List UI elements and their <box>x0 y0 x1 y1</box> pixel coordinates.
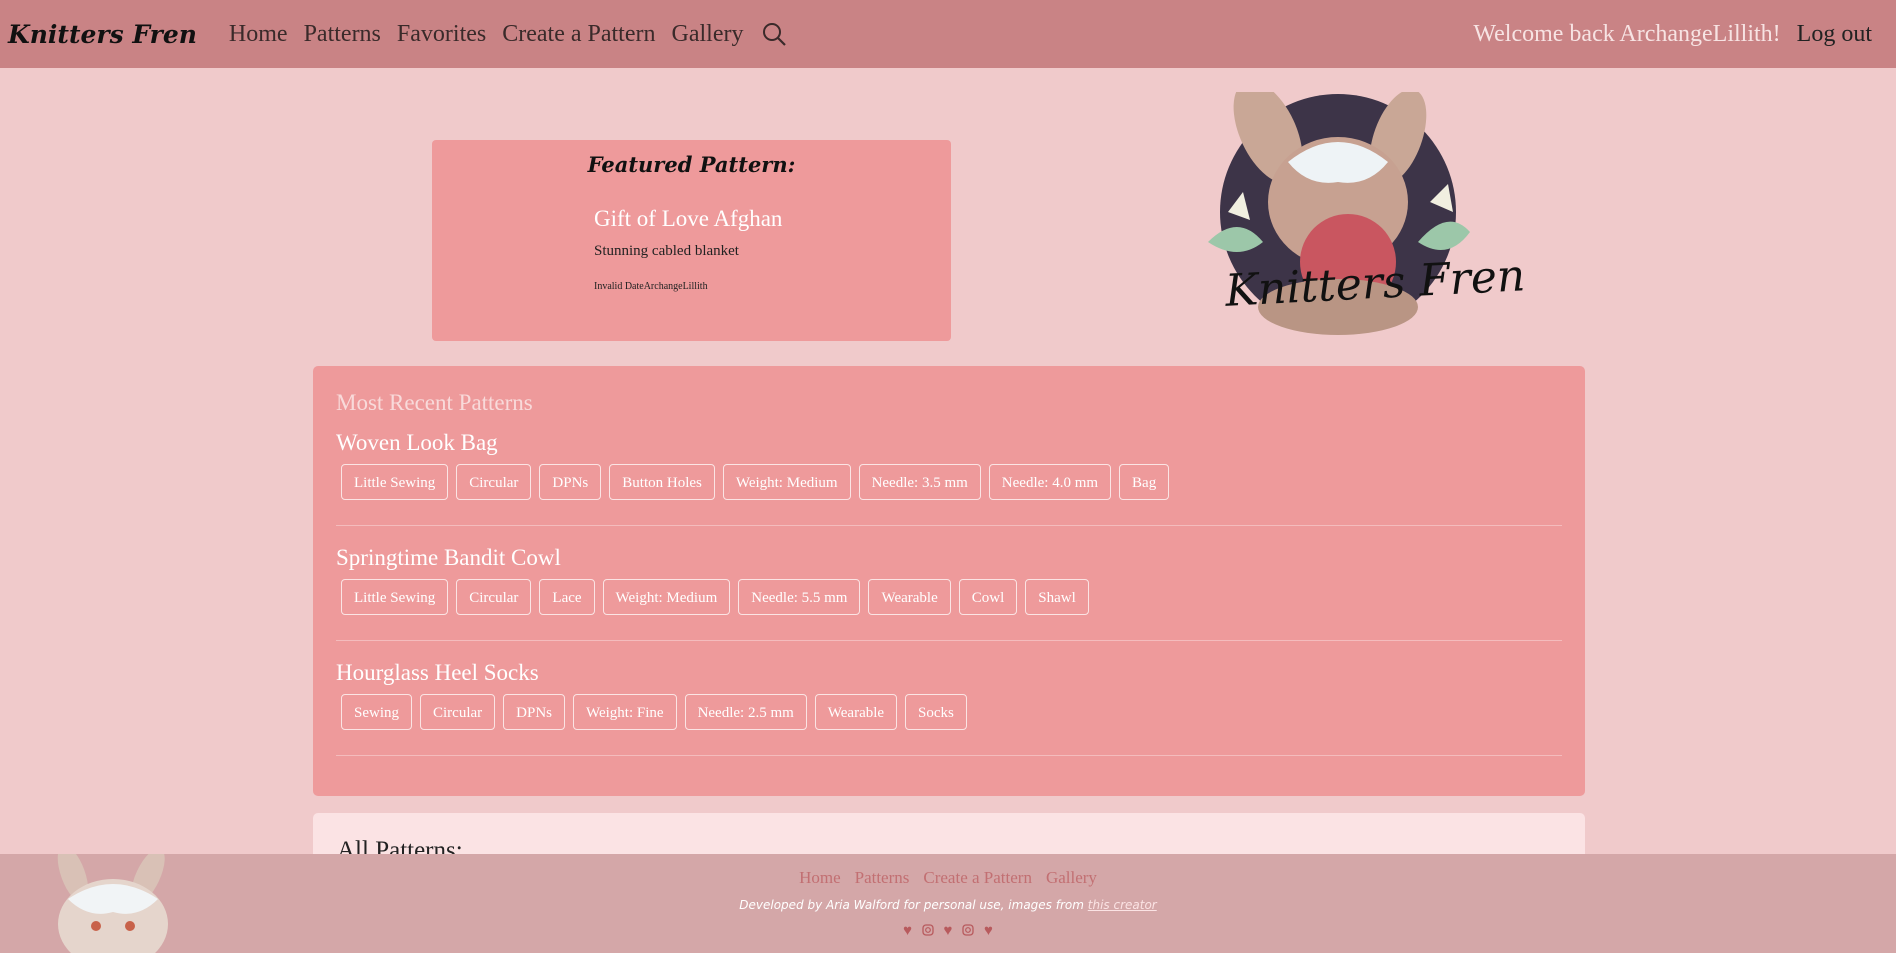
pattern-item: Springtime Bandit Cowl Little Sewing Cir… <box>336 545 1562 615</box>
featured-pattern-title[interactable]: Gift of Love Afghan <box>594 206 782 232</box>
footer-link-create-pattern[interactable]: Create a Pattern <box>923 868 1032 887</box>
tag-button[interactable]: Needle: 5.5 mm <box>738 579 861 615</box>
tag-button[interactable]: Weight: Medium <box>722 464 851 500</box>
creator-link[interactable]: this creator <box>1088 898 1157 912</box>
heart-icon[interactable]: ♥ <box>903 923 912 939</box>
footer-social-icons: ♥ ♥ ♥ <box>0 923 1896 940</box>
tag-button[interactable]: Button Holes <box>609 464 715 500</box>
tag-button[interactable]: Shawl <box>1025 579 1089 615</box>
featured-heading: Featured Pattern: <box>587 152 796 177</box>
footer-link-gallery[interactable]: Gallery <box>1046 868 1097 887</box>
tag-button[interactable]: Wearable <box>868 579 951 615</box>
recent-patterns-panel: Most Recent Patterns Woven Look Bag Litt… <box>313 366 1585 796</box>
footer-link-home[interactable]: Home <box>799 868 841 887</box>
divider <box>336 755 1562 756</box>
tag-button[interactable]: DPNs <box>503 694 566 730</box>
tag-button[interactable]: Socks <box>905 694 967 730</box>
pattern-tags: Sewing Circular DPNs Weight: Fine Needle… <box>341 694 1562 730</box>
footer: Home Patterns Create a Pattern Gallery D… <box>0 854 1896 953</box>
nav-gallery[interactable]: Gallery <box>672 21 744 48</box>
heart-icon[interactable]: ♥ <box>984 923 993 939</box>
pattern-item: Hourglass Heel Socks Sewing Circular DPN… <box>336 660 1562 730</box>
nav-create-pattern[interactable]: Create a Pattern <box>502 21 655 48</box>
tag-button[interactable]: Circular <box>456 464 532 500</box>
pattern-name[interactable]: Woven Look Bag <box>336 430 1562 464</box>
featured-pattern-card[interactable]: Featured Pattern: Gift of Love Afghan St… <box>432 140 951 341</box>
featured-pattern-description: Stunning cabled blanket <box>594 243 739 259</box>
logout-link[interactable]: Log out <box>1797 21 1872 48</box>
divider <box>336 525 1562 526</box>
footer-links: Home Patterns Create a Pattern Gallery <box>0 868 1896 888</box>
tag-button[interactable]: Wearable <box>814 694 898 730</box>
pattern-name[interactable]: Hourglass Heel Socks <box>336 660 1562 694</box>
tag-button[interactable]: Little Sewing <box>341 579 449 615</box>
pattern-name[interactable]: Springtime Bandit Cowl <box>336 545 1562 579</box>
tag-button[interactable]: Little Sewing <box>341 464 449 500</box>
top-navbar: Knitters Fren Home Patterns Favorites Cr… <box>0 0 1896 68</box>
tag-button[interactable]: Needle: 4.0 mm <box>988 464 1112 500</box>
tag-button[interactable]: Lace <box>539 579 595 615</box>
tag-button[interactable]: Sewing <box>341 694 412 730</box>
nav-home[interactable]: Home <box>229 21 288 48</box>
tag-button[interactable]: DPNs <box>539 464 602 500</box>
footer-link-patterns[interactable]: Patterns <box>855 868 910 887</box>
welcome-message: Welcome back ArchangeLillith! <box>1473 20 1781 47</box>
recent-patterns-title: Most Recent Patterns <box>336 390 533 415</box>
footer-credit: Developed by Aria Walford for personal u… <box>0 898 1896 912</box>
tag-button[interactable]: Cowl <box>958 579 1018 615</box>
pattern-tags: Little Sewing Circular DPNs Button Holes… <box>341 464 1562 500</box>
heart-icon[interactable]: ♥ <box>944 923 953 939</box>
pattern-item: Woven Look Bag Little Sewing Circular DP… <box>336 430 1562 500</box>
pattern-tags: Little Sewing Circular Lace Weight: Medi… <box>341 579 1562 615</box>
tag-button[interactable]: Circular <box>456 579 532 615</box>
nav-patterns[interactable]: Patterns <box>304 21 381 48</box>
tag-button[interactable]: Bag <box>1119 464 1170 500</box>
search-icon[interactable] <box>761 21 787 47</box>
nav-user-area: Welcome back ArchangeLillith! Log out <box>1473 0 1872 68</box>
brand-logo[interactable]: Knitters Fren <box>8 20 197 49</box>
tag-button[interactable]: Weight: Fine <box>573 694 677 730</box>
divider <box>336 640 1562 641</box>
tag-button[interactable]: Needle: 2.5 mm <box>684 694 807 730</box>
tag-button[interactable]: Circular <box>420 694 496 730</box>
footer-credit-text: Developed by Aria Walford for personal u… <box>739 898 1084 912</box>
tag-button[interactable]: Needle: 3.5 mm <box>858 464 981 500</box>
instagram-icon[interactable] <box>922 923 938 939</box>
instagram-icon[interactable] <box>962 923 978 939</box>
nav-favorites[interactable]: Favorites <box>397 21 486 48</box>
featured-pattern-meta: Invalid DateArchangeLillith <box>594 281 708 292</box>
tag-button[interactable]: Weight: Medium <box>602 579 731 615</box>
